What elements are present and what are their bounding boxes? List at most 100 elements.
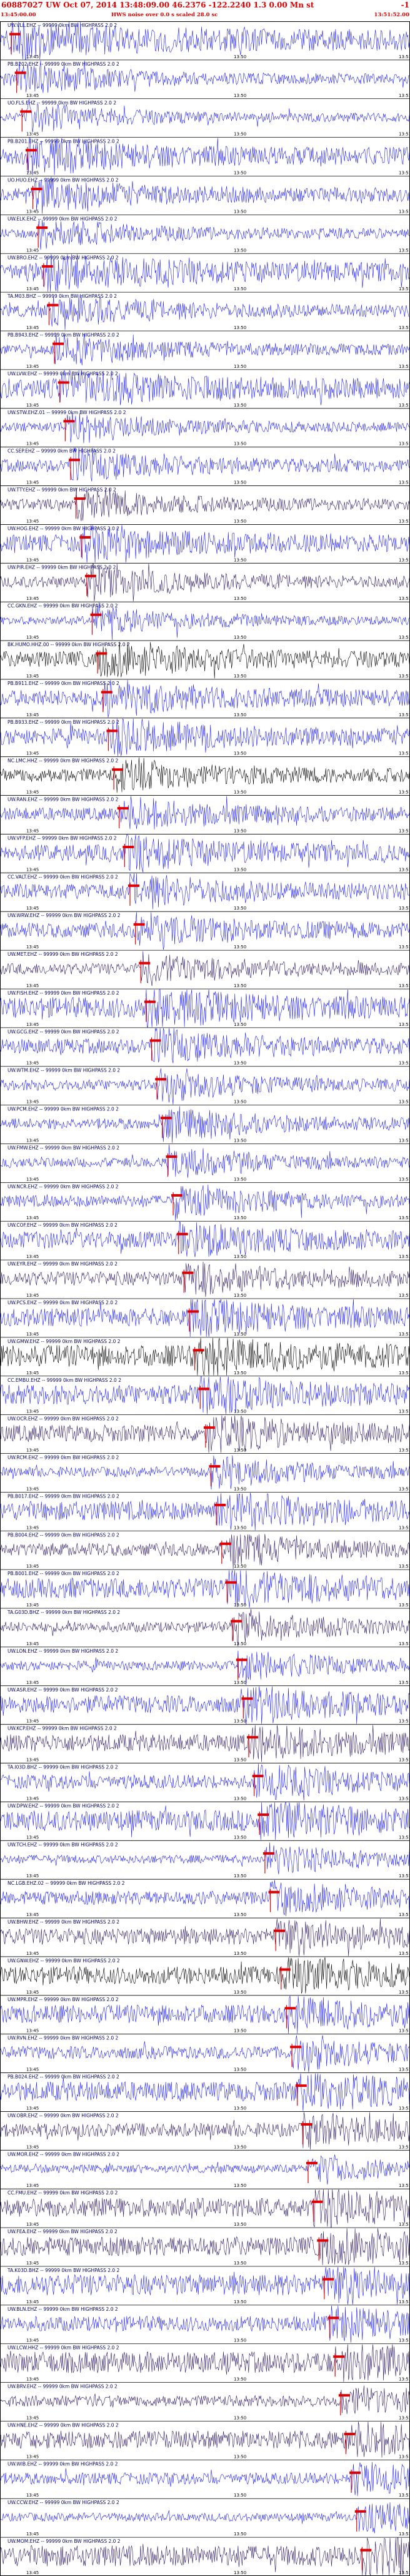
- waveform: [0, 2154, 410, 2185]
- channel-label: UW.RCM.EHZ -- 99999 0km BW HIGHPASS 2.0 …: [8, 1455, 119, 1461]
- time-tick-label: 13:50: [234, 1177, 246, 1182]
- time-tick-label: 13:50: [234, 248, 246, 253]
- channel-row: TA.K03D.BHZ -- 99999 0km BW HIGHPASS 2.0…: [0, 2266, 410, 2305]
- waveform: [0, 1261, 410, 1297]
- time-tick-label: 13:50: [234, 1486, 246, 1491]
- channel-label: UW.FISH.EHZ -- 99999 0km BW HIGHPASS 2.0…: [8, 990, 119, 996]
- time-tick-label: 13:45: [26, 828, 39, 833]
- channel-label: CC.SEP.EHZ -- 99999 0km BW HIGHPASS 2.0 …: [8, 449, 116, 454]
- channel-row: UW.PIR.EHZ -- 99999 0km BW HIGHPASS 2.0 …: [0, 562, 410, 602]
- waveform: [0, 2502, 410, 2533]
- waveform: [0, 487, 410, 521]
- time-tick-label: 13:51: [399, 2532, 410, 2537]
- time-tick-label: 13:45: [26, 2454, 39, 2459]
- channel-label: UO.FLS.EHZ -- 99999 0km BW HIGHPASS 2.0 …: [8, 100, 116, 106]
- time-tick-label: 13:45: [26, 2261, 39, 2266]
- time-tick-label: 13:51: [399, 1293, 410, 1298]
- waveform: [0, 1534, 410, 1569]
- waveform: [0, 2462, 410, 2497]
- time-tick-label: 13:51: [399, 1486, 410, 1491]
- time-tick-label: 13:50: [234, 364, 246, 369]
- time-tick-label: 13:50: [234, 325, 246, 330]
- channel-label: UW.TTY.EHZ -- 99999 0km BW HIGHPASS 2.0 …: [8, 487, 116, 493]
- channel-row: UW.RAN.EHZ -- 99999 0km BW HIGHPASS 2.0 …: [0, 795, 410, 833]
- channel-label: BK.HUMO.HHZ.00 -- 99999 0km BW HIGHPASS …: [8, 642, 130, 647]
- time-tick-label: 13:50: [234, 906, 246, 911]
- time-tick-label: 13:51: [399, 2222, 410, 2227]
- time-tick-label: 13:51: [399, 1835, 410, 1840]
- channel-label: UW.LCW.HHZ -- 99999 0km BW HIGHPASS 2.0 …: [8, 2345, 119, 2351]
- time-tick-label: 13:50: [234, 132, 246, 137]
- time-tick-label: 13:45: [26, 751, 39, 756]
- channel-label: UW.FEA.EHZ -- 99999 0km BW HIGHPASS 2.0 …: [8, 2229, 118, 2234]
- waveform: [0, 295, 410, 330]
- time-tick-label: 13:51: [399, 1990, 410, 1995]
- time-tick-label: 13:45: [26, 519, 39, 524]
- time-tick-label: 13:45: [26, 1486, 39, 1491]
- channel-row: CC.GKN.EHZ -- 99999 0km BW HIGHPASS 2.0 …: [0, 601, 410, 641]
- channel-label: UW.WTM.EHZ -- 99999 0km BW HIGHPASS 2.0 …: [8, 1068, 120, 1073]
- time-tick-label: 13:51: [399, 287, 410, 292]
- time-tick-label: 13:51: [399, 1719, 410, 1724]
- channel-row: UW.DPW.EHZ -- 99999 0km BW HIGHPASS 2.0 …: [0, 1802, 410, 1840]
- channel-row: PB.B001.EHZ -- 99999 0km BW HIGHPASS 2.0…: [0, 1569, 410, 1608]
- channel-row: PB.B201.EHZ -- 99999 0km BW HIGHPASS 2.0…: [0, 137, 410, 176]
- channel-row: UW.MPR.EHZ -- 99999 0km BW HIGHPASS 2.0 …: [0, 1995, 410, 2034]
- channel-row: CC.FMU.EHZ -- 99999 0km BW HIGHPASS 2.0 …: [0, 2188, 410, 2228]
- time-tick-label: 13:50: [234, 674, 246, 679]
- channel-label: UW.PIR.EHZ -- 99999 0km BW HIGHPASS 2.0 …: [8, 564, 116, 570]
- channel-row: UW.KCP.EHZ -- 99999 0km BW HIGHPASS 2.0 …: [0, 1724, 410, 1763]
- channel-label: UW.GCG.EHZ -- 99999 0km BW HIGHPASS 2.0 …: [8, 1029, 119, 1035]
- channel-label: UO.HUO.EHZ -- 99999 0km BW HIGHPASS 2.0 …: [8, 178, 119, 183]
- channel-row: UW.CCW.EHZ -- 99999 0km BW HIGHPASS 2.0 …: [0, 2498, 410, 2537]
- channel-row: UW.MET.EHZ -- 99999 0km BW HIGHPASS 2.0 …: [0, 950, 410, 988]
- channel-row: PB.B202.EHZ -- 99999 0km BW HIGHPASS 2.0…: [0, 59, 410, 98]
- waveform: [0, 370, 410, 405]
- time-tick-label: 13:51: [399, 2338, 410, 2343]
- time-tick-label: 13:45: [26, 2532, 39, 2537]
- time-tick-label: 13:51: [399, 983, 410, 988]
- time-tick-label: 13:45: [26, 1912, 39, 1917]
- time-tick-label: 13:51: [399, 635, 410, 640]
- time-tick-label: 13:45: [26, 1719, 39, 1724]
- channel-row: CC.SEP.EHZ -- 99999 0km BW HIGHPASS 2.0 …: [0, 447, 410, 485]
- time-tick-label: 13:45: [26, 1680, 39, 1685]
- channel-row: UW.GNW.EHZ -- 99999 0km BW HIGHPASS 2.0 …: [0, 1956, 410, 1995]
- time-tick-label: 13:50: [234, 1641, 246, 1646]
- time-tick-label: 13:50: [234, 1215, 246, 1220]
- time-tick-label: 13:50: [234, 1022, 246, 1027]
- time-tick-label: 13:51: [399, 906, 410, 911]
- time-tick-label: 13:50: [234, 2222, 246, 2227]
- time-tick-label: 13:51: [399, 1022, 410, 1027]
- time-tick-label: 13:45: [26, 2415, 39, 2420]
- time-tick-label: 13:51: [399, 2144, 410, 2149]
- time-tick-label: 13:50: [234, 1912, 246, 1917]
- channel-row: UW.FEA.EHZ -- 99999 0km BW HIGHPASS 2.0 …: [0, 2227, 410, 2266]
- time-tick-label: 13:51: [399, 2493, 410, 2498]
- channel-label: UW.LON.EHZ -- 99999 0km BW HIGHPASS 2.0 …: [8, 1648, 118, 1654]
- time-tick-label: 13:51: [399, 1371, 410, 1376]
- channel-label: UW.PCS.EHZ -- 99999 0km BW HIGHPASS 2.0 …: [8, 1300, 118, 1306]
- time-tick-label: 13:51: [399, 1100, 410, 1105]
- time-tick-label: 13:51: [399, 2067, 410, 2072]
- channel-row: UW.RVN.EHZ -- 99999 0km BW HIGHPASS 2.0 …: [0, 2034, 410, 2072]
- channel-row: UW.MOR.EHZ -- 99999 0km BW HIGHPASS 2.0 …: [0, 2149, 410, 2188]
- channel-row: UW.WIB.EHZ -- 99999 0km BW HIGHPASS 2.0 …: [0, 2459, 410, 2498]
- channel-label: UW.WIB.EHZ -- 99999 0km BW HIGHPASS 2.0 …: [8, 2461, 118, 2467]
- channel-row: TA.G03D.BHZ -- 99999 0km BW HIGHPASS 2.0…: [0, 1608, 410, 1646]
- channel-row: UW.FISH.EHZ -- 99999 0km BW HIGHPASS 2.0…: [0, 988, 410, 1028]
- time-tick-label: 13:50: [234, 1448, 246, 1453]
- time-tick-label: 13:45: [26, 906, 39, 911]
- time-tick-label: 13:45: [26, 945, 39, 950]
- channel-row: CC.EMBU.EHZ -- 99999 0km BW HIGHPASS 2.0…: [0, 1376, 410, 1414]
- time-tick-label: 13:45: [26, 2029, 39, 2034]
- time-tick-label: 13:51: [399, 2415, 410, 2420]
- channel-row: UW.WRW.EHZ -- 99999 0km BW HIGHPASS 2.0 …: [0, 911, 410, 950]
- time-tick-label: 13:50: [234, 287, 246, 292]
- time-tick-label: 13:51: [399, 1603, 410, 1608]
- time-tick-label: 13:45: [26, 1061, 39, 1066]
- time-tick-label: 13:45: [26, 596, 39, 601]
- time-tick-label: 13:51: [399, 1564, 410, 1569]
- time-tick-label: 13:51: [399, 325, 410, 330]
- time-tick-label: 13:50: [234, 2532, 246, 2537]
